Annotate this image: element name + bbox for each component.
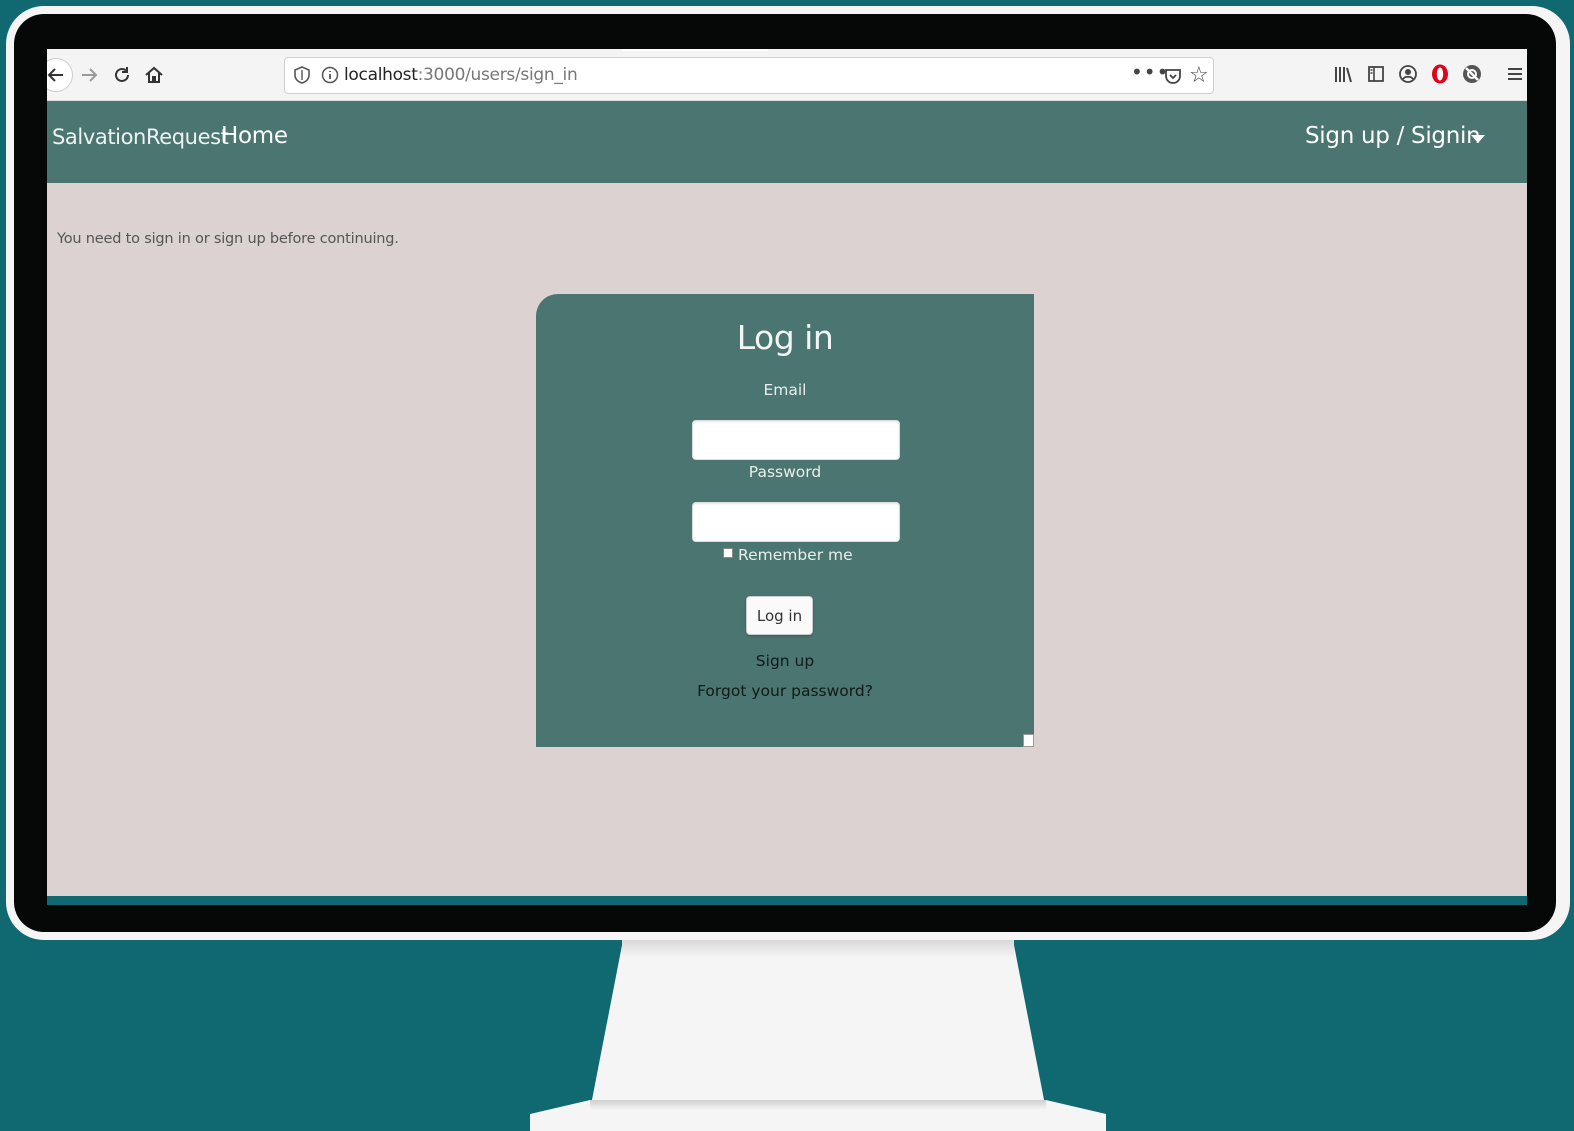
- arrow-left-icon: [47, 68, 63, 82]
- login-button[interactable]: Log in: [746, 596, 813, 635]
- password-label: Password: [748, 463, 822, 481]
- reload-icon: [115, 67, 129, 82]
- url-text[interactable]: localhost:3000/users/sign_in: [344, 65, 578, 85]
- brand-link[interactable]: SalvationRequest: [52, 125, 229, 149]
- sidebar-icon[interactable]: [1365, 63, 1387, 85]
- library-icon[interactable]: [1332, 63, 1354, 85]
- forward-button[interactable]: [75, 61, 103, 89]
- account-icon[interactable]: [1397, 63, 1419, 85]
- arrow-right-icon: [82, 68, 98, 82]
- monitor-stand: [590, 940, 1046, 1110]
- menu-icon[interactable]: [1504, 63, 1526, 85]
- shield-icon[interactable]: [293, 66, 311, 84]
- home-icon: [145, 66, 163, 83]
- bookmark-star-icon[interactable]: ☆: [1189, 63, 1209, 88]
- email-label: Email: [763, 381, 807, 399]
- monitor-stand-base-shadow: [590, 1100, 1046, 1110]
- password-field[interactable]: [692, 502, 900, 542]
- pocket-icon[interactable]: [1163, 66, 1183, 86]
- home-button[interactable]: [140, 61, 168, 89]
- login-panel: Log in Email Password Remember me Log in…: [536, 294, 1034, 747]
- browser-toolbar: localhost:3000/users/sign_in ••• ☆: [47, 49, 1527, 101]
- login-title: Log in: [736, 318, 834, 357]
- account-dropdown-label: Sign up / Signin: [1305, 123, 1481, 149]
- resize-handle[interactable]: [1023, 734, 1034, 747]
- blocker-extension-icon[interactable]: [1461, 63, 1483, 85]
- address-bar[interactable]: localhost:3000/users/sign_in ••• ☆: [284, 57, 1214, 94]
- forgot-password-link[interactable]: Forgot your password?: [536, 682, 1034, 700]
- browser-window: localhost:3000/users/sign_in ••• ☆ Salva…: [47, 49, 1527, 905]
- info-icon[interactable]: [321, 66, 339, 84]
- flash-message: You need to sign in or sign up before co…: [57, 231, 399, 247]
- signup-link[interactable]: Sign up: [536, 652, 1034, 670]
- reload-button[interactable]: [108, 61, 136, 89]
- caret-down-icon: [1471, 135, 1485, 143]
- account-dropdown[interactable]: Sign up / Signin: [1305, 123, 1485, 157]
- back-button[interactable]: [47, 58, 73, 92]
- app-navbar: SalvationRequest Home Sign up / Signin: [47, 101, 1527, 183]
- url-path: :3000/users/sign_in: [417, 65, 578, 85]
- remember-me-label: Remember me: [738, 546, 853, 564]
- active-tab-indicator: [622, 49, 768, 51]
- email-field[interactable]: [692, 420, 900, 460]
- url-host: localhost: [344, 65, 418, 85]
- remember-me[interactable]: Remember me: [723, 546, 853, 564]
- remember-me-checkbox[interactable]: [723, 548, 733, 558]
- screen-bottom-strip: [47, 896, 1527, 905]
- opera-extension-icon[interactable]: [1429, 63, 1451, 85]
- monitor-stand-shadow: [622, 940, 1014, 958]
- nav-home-link[interactable]: Home: [221, 123, 288, 149]
